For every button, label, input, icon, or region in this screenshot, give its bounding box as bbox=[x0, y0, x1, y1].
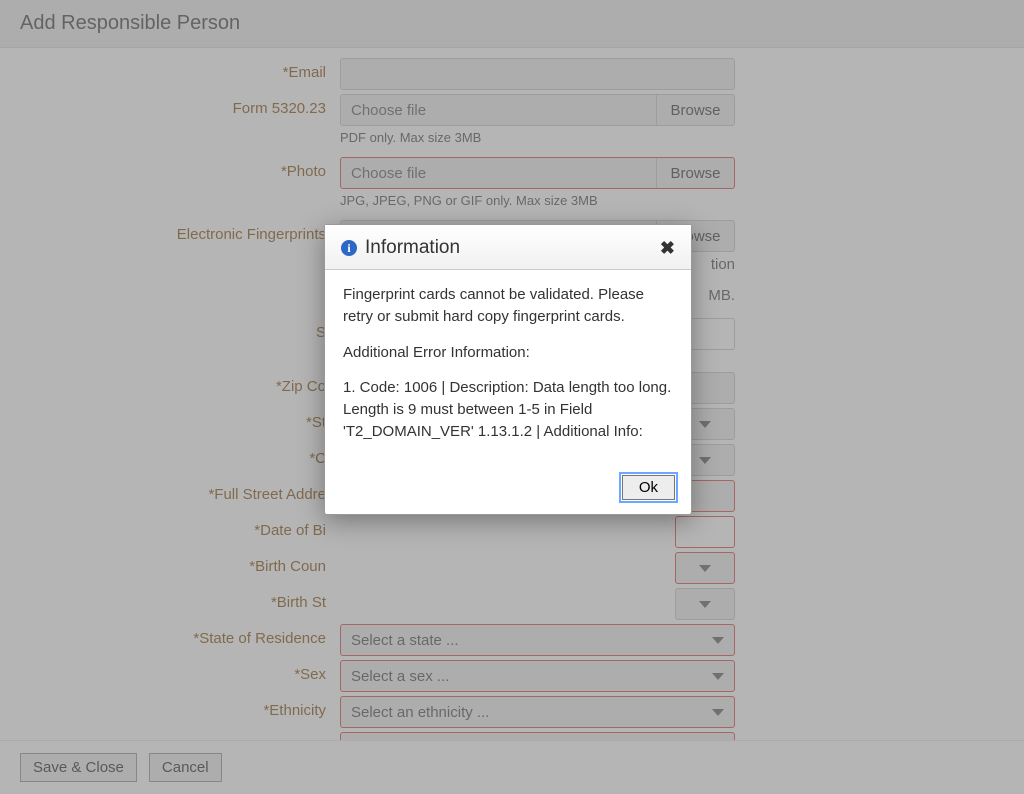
modal-p3: 1. Code: 1006 | Description: Data length… bbox=[343, 377, 673, 442]
modal-footer: Ok bbox=[325, 465, 691, 514]
modal-header: i Information ✖ bbox=[325, 225, 691, 270]
close-icon[interactable]: ✖ bbox=[660, 238, 675, 259]
modal-title: Information bbox=[365, 237, 652, 259]
info-icon: i bbox=[341, 240, 357, 256]
ok-button[interactable]: Ok bbox=[622, 475, 675, 500]
modal-p1: Fingerprint cards cannot be validated. P… bbox=[343, 284, 673, 328]
modal-body: Fingerprint cards cannot be validated. P… bbox=[325, 270, 691, 465]
modal-p2: Additional Error Information: bbox=[343, 342, 673, 364]
information-modal: i Information ✖ Fingerprint cards cannot… bbox=[324, 224, 692, 515]
